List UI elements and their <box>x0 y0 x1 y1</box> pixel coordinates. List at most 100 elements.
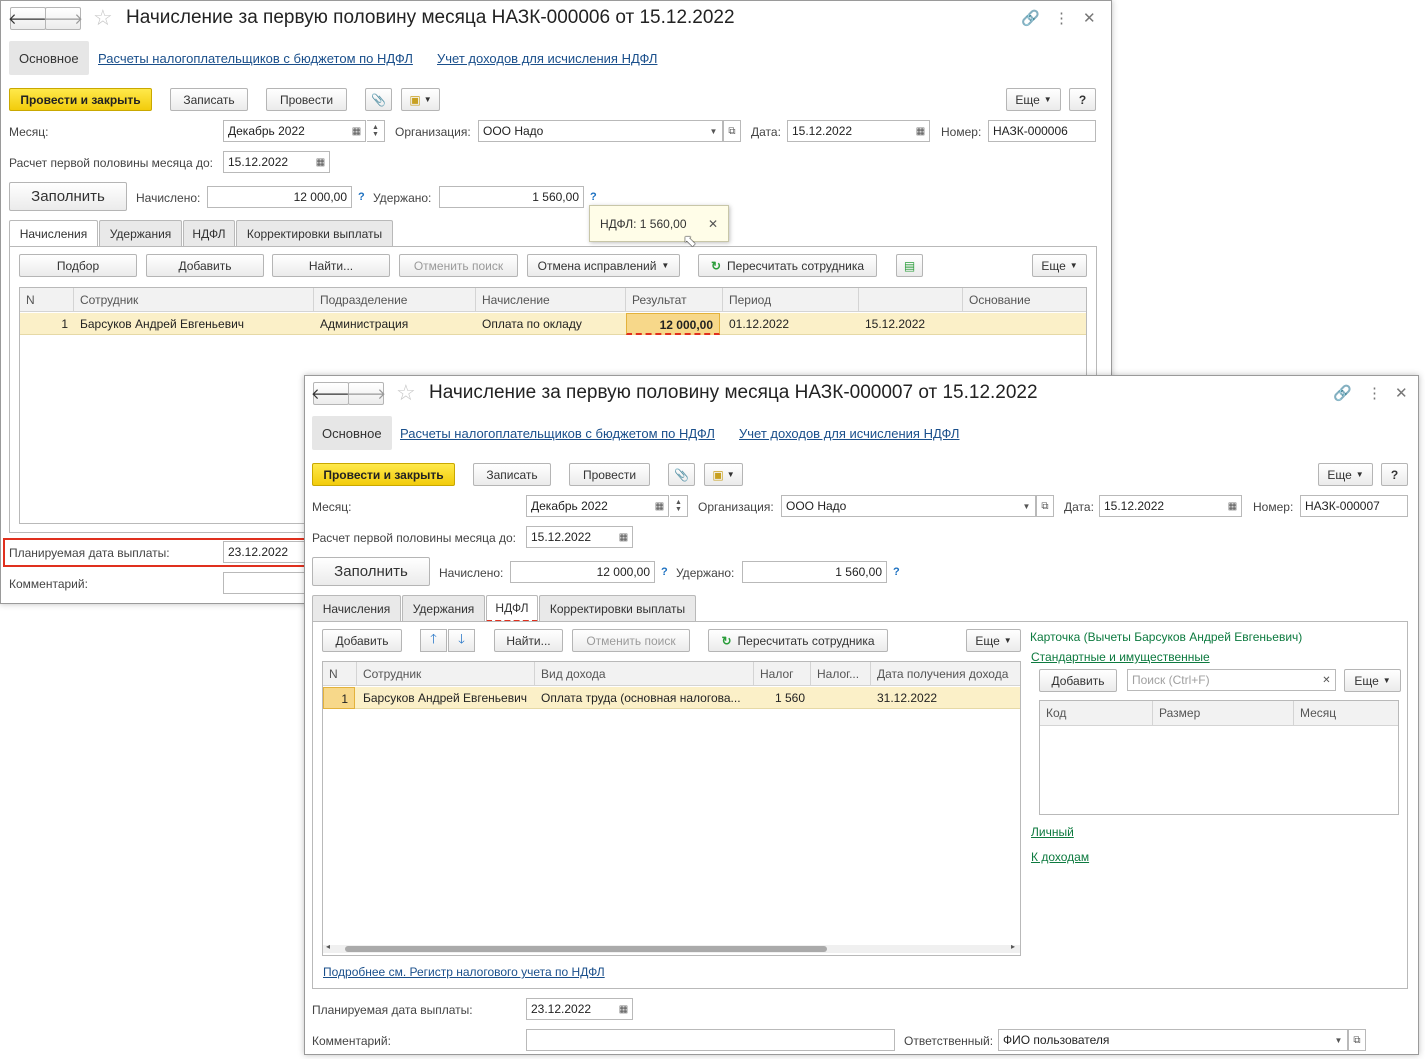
calc-until-field[interactable]: 15.12.2022 <box>223 151 313 173</box>
fill-button[interactable]: Заполнить <box>312 557 430 586</box>
card-more-button[interactable]: Еще ▼ <box>1344 669 1401 692</box>
forward-button[interactable]: 🡒 <box>346 382 386 405</box>
link-icon[interactable]: 🔗 <box>1333 384 1352 402</box>
cancel-search-button[interactable]: Отменить поиск <box>572 629 690 652</box>
nav-link-tax-settlements[interactable]: Расчеты налогоплательщиков с бюджетом по… <box>400 426 715 441</box>
card-search-input[interactable]: Поиск (Ctrl+F) <box>1127 669 1319 691</box>
scrollbar-thumb[interactable] <box>345 946 827 952</box>
nav-tab-main[interactable]: Основное <box>312 416 392 450</box>
find-button[interactable]: Найти... <box>494 629 563 652</box>
close-icon[interactable]: ✕ <box>708 217 718 231</box>
month-field[interactable]: Декабрь 2022 <box>223 120 349 142</box>
col-result[interactable]: Результат <box>626 288 723 312</box>
col-n[interactable]: N <box>323 662 357 686</box>
number-field[interactable]: НАЗК-000006 <box>988 120 1096 142</box>
date-field[interactable]: 15.12.2022 <box>787 120 913 142</box>
col-size[interactable]: Размер <box>1153 701 1294 726</box>
col-income-date[interactable]: Дата получения дохода <box>871 662 1020 686</box>
back-button[interactable]: 🡐 <box>311 382 351 405</box>
organization-field[interactable]: ООО Надо <box>478 120 706 142</box>
add-button[interactable]: Добавить <box>146 254 264 277</box>
horizontal-scrollbar[interactable]: ◂ ▸ <box>323 942 1020 953</box>
to-incomes-link[interactable]: К доходам <box>1031 850 1089 864</box>
month-field[interactable]: Декабрь 2022 <box>526 495 652 517</box>
col-accrual[interactable]: Начисление <box>476 288 626 312</box>
post-and-close-button[interactable]: Провести и закрыть <box>312 463 455 486</box>
scroll-right-icon[interactable]: ▸ <box>1011 942 1015 951</box>
tab-deductions[interactable]: Удержания <box>99 220 182 246</box>
add-button[interactable]: Добавить <box>322 629 402 652</box>
tab-payment-corrections[interactable]: Корректировки выплаты <box>539 595 696 621</box>
cancel-search-button[interactable]: Отменить поиск <box>399 254 518 277</box>
tab-accruals[interactable]: Начисления <box>312 595 401 621</box>
calendar-button[interactable]: ▦ <box>1224 495 1242 517</box>
date-field[interactable]: 15.12.2022 <box>1099 495 1225 517</box>
standard-deductions-link[interactable]: Стандартные и имущественные <box>1031 650 1210 664</box>
col-month[interactable]: Месяц <box>1294 701 1398 726</box>
calendar-button[interactable]: ▦ <box>312 151 330 173</box>
more-button[interactable]: Еще ▼ <box>966 629 1021 652</box>
organization-dropdown[interactable]: ▼ <box>705 120 723 142</box>
accrued-help-icon[interactable]: ? <box>661 566 668 578</box>
col-tax[interactable]: Налог <box>754 662 811 686</box>
favorite-star-icon[interactable]: ☆ <box>396 380 416 406</box>
more-button[interactable]: Еще ▼ <box>1318 463 1373 486</box>
col-employee[interactable]: Сотрудник <box>74 288 314 312</box>
responsible-field[interactable]: ФИО пользователя <box>998 1029 1331 1051</box>
col-department[interactable]: Подразделение <box>314 288 476 312</box>
col-tax-2[interactable]: Налог... <box>811 662 871 686</box>
tax-register-link[interactable]: Подробнее см. Регистр налогового учета п… <box>323 965 605 979</box>
save-button[interactable]: Записать <box>473 463 551 486</box>
more-menu-icon[interactable]: ⋮ <box>1054 9 1069 27</box>
more-button[interactable]: Еще ▼ <box>1032 254 1087 277</box>
attach-button[interactable]: 📎 <box>365 88 392 111</box>
favorite-star-icon[interactable]: ☆ <box>93 5 113 31</box>
close-icon[interactable]: ✕ <box>1083 9 1096 27</box>
cell-result[interactable]: 12 000,00 <box>626 313 720 335</box>
nav-link-tax-settlements[interactable]: Расчеты налогоплательщиков с бюджетом по… <box>98 51 413 66</box>
calendar-button[interactable]: ▦ <box>615 526 633 548</box>
attach-button[interactable]: 📎 <box>668 463 695 486</box>
col-period-end[interactable] <box>859 288 963 312</box>
help-button[interactable]: ? <box>1069 88 1096 111</box>
more-button[interactable]: Еще ▼ <box>1006 88 1061 111</box>
save-button[interactable]: Записать <box>170 88 248 111</box>
post-button[interactable]: Провести <box>569 463 650 486</box>
fill-button[interactable]: Заполнить <box>9 182 127 211</box>
select-button[interactable]: Подбор <box>19 254 137 277</box>
nav-link-income-records[interactable]: Учет доходов для исчисления НДФЛ <box>437 51 657 66</box>
calendar-button[interactable]: ▦ <box>615 998 633 1020</box>
col-basis[interactable]: Основание <box>963 288 1086 312</box>
print-menu-button[interactable]: ▣ ▼ <box>401 88 440 111</box>
col-period[interactable]: Период <box>723 288 859 312</box>
tab-payment-corrections[interactable]: Корректировки выплаты <box>236 220 393 246</box>
nav-tab-main[interactable]: Основное <box>9 41 89 75</box>
comment-field[interactable] <box>526 1029 895 1051</box>
organization-open[interactable]: ⧉ <box>1036 495 1054 517</box>
more-menu-icon[interactable]: ⋮ <box>1367 384 1382 402</box>
find-button[interactable]: Найти... <box>272 254 390 277</box>
col-n[interactable]: N <box>20 288 74 312</box>
close-icon[interactable]: ✕ <box>1395 384 1408 402</box>
month-stepper[interactable]: ▲ ▼ <box>670 495 688 517</box>
organization-dropdown[interactable]: ▼ <box>1018 495 1036 517</box>
cancel-corrections-button[interactable]: Отмена исправлений ▼ <box>527 254 680 277</box>
table-row[interactable]: 1 Барсуков Андрей Евгеньевич Оплата труд… <box>323 687 1020 709</box>
post-and-close-button[interactable]: Провести и закрыть <box>9 88 152 111</box>
calendar-button[interactable]: ▦ <box>912 120 930 142</box>
calendar-button[interactable]: ▦ <box>348 120 366 142</box>
back-button[interactable]: 🡐 <box>8 7 48 30</box>
calc-until-field[interactable]: 15.12.2022 <box>526 526 616 548</box>
col-code[interactable]: Код <box>1040 701 1153 726</box>
table-row[interactable]: 1 Барсуков Андрей Евгеньевич Администрац… <box>20 313 1086 335</box>
move-up-button[interactable]: 🡑 <box>420 629 447 652</box>
col-employee[interactable]: Сотрудник <box>357 662 535 686</box>
organization-open[interactable]: ⧉ <box>723 120 741 142</box>
print-menu-button[interactable]: ▣ ▼ <box>704 463 743 486</box>
pay-date-field[interactable]: 23.12.2022 <box>526 998 616 1020</box>
help-button[interactable]: ? <box>1381 463 1408 486</box>
personal-deductions-link[interactable]: Личный <box>1031 825 1074 839</box>
calendar-button[interactable]: ▦ <box>651 495 669 517</box>
post-button[interactable]: Провести <box>266 88 347 111</box>
tab-accruals[interactable]: Начисления <box>9 220 98 247</box>
